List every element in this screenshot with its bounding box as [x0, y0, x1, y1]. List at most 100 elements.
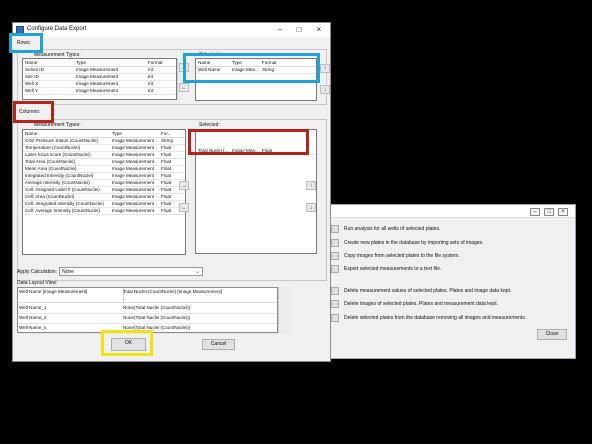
minimize-icon[interactable]: –: [530, 208, 540, 216]
list-cell: Cell: Average Intensity (CountNuclei): [25, 208, 100, 213]
list-cell: Image Measurement: [112, 180, 155, 185]
list-cell: Image Measurement: [112, 173, 155, 178]
list-cell: Float: [161, 201, 172, 206]
columns-available-list[interactable]: Name Type For... CO2 Pressure Status (Count…: [22, 129, 186, 255]
list-cell: Image Measurement: [112, 152, 155, 157]
maximize-icon[interactable]: □: [292, 24, 306, 36]
list-cell: Image Measurement: [112, 201, 155, 206]
operation-label: Copy images from selected plates to the …: [344, 253, 460, 259]
maximize-icon[interactable]: □: [544, 208, 554, 216]
layout-header: Well Name [Image Measurement] Total Nucle…: [18, 288, 281, 303]
list-cell: Image Measurement: [112, 145, 155, 150]
list-cell: Total Area (CountNuclei): [25, 159, 75, 164]
list-cell: Cell: Assigned Label # (CountNuclei): [25, 187, 100, 192]
operation-checkbox[interactable]: [331, 300, 339, 308]
layout-column-header: Total Nuclei (CountNuclei) [Image Measur…: [122, 288, 281, 302]
apply-calculation-label: Apply Calculation:: [17, 269, 58, 275]
list-cell: Int: [148, 88, 154, 93]
ok-button[interactable]: OK: [111, 338, 146, 351]
list-cell: Image Measurement: [76, 67, 119, 72]
operation-label: Delete measurement values of selected pl…: [344, 288, 512, 294]
operation-checkbox[interactable]: [331, 239, 339, 247]
layout-cell: None(Total Nuclei (CountNuclei)): [123, 305, 191, 310]
operation-item[interactable]: Export selected measurements to a text f…: [331, 264, 441, 274]
rows-move-up-icon[interactable]: ↑: [320, 64, 330, 73]
list-cell: Laser focus score (CountNuclei): [25, 152, 91, 157]
list-cell: CO2 Pressure Status (CountNuclei): [25, 138, 98, 143]
column-header[interactable]: For...: [160, 130, 171, 137]
operation-checkbox[interactable]: [331, 287, 339, 295]
column-header[interactable]: Name: [24, 59, 37, 66]
list-cell: Image Measurement: [112, 194, 155, 199]
operation-item[interactable]: Copy images from selected plates to the …: [331, 251, 460, 261]
close-button[interactable]: Close: [537, 329, 567, 340]
dialog-title: Configure Data Export: [27, 26, 87, 32]
list-cell: Float: [161, 187, 172, 192]
columns-callout: Columns:: [13, 101, 54, 123]
operation-item[interactable]: Delete measurement values of selected pl…: [331, 286, 511, 296]
apply-calculation-select[interactable]: None ⌄: [59, 267, 203, 276]
list-cell: Float: [161, 166, 172, 171]
column-header[interactable]: Type: [75, 59, 86, 66]
list-cell: Integrated Intensity (CountNuclei): [25, 173, 94, 178]
list-cell: Float: [161, 152, 172, 157]
columns-add-arrow-icon[interactable]: →: [179, 181, 189, 190]
list-cell: Image Measurement: [76, 81, 119, 86]
operation-label: Export selected measurements to a text f…: [344, 266, 442, 272]
list-cell: Well X: [25, 81, 39, 86]
operation-checkbox[interactable]: [331, 252, 339, 260]
layout-cell: Well Name_2: [19, 315, 47, 320]
chevron-down-icon: ⌄: [194, 269, 200, 275]
operation-label: Delete images of selected plates. Plates…: [344, 301, 498, 307]
operation-checkbox[interactable]: [331, 314, 339, 322]
operation-checkbox[interactable]: [331, 225, 339, 233]
background-window: – □ × Run analysis for all wells of sele…: [320, 204, 576, 359]
list-cell: Float: [161, 173, 172, 178]
list-cell: Image Measurement: [112, 138, 155, 143]
columns-label: Columns:: [19, 109, 41, 115]
column-header[interactable]: Name: [24, 130, 37, 137]
minimize-icon[interactable]: –: [273, 24, 287, 36]
column-header[interactable]: Type: [111, 130, 122, 137]
columns-move-down-icon[interactable]: ↓: [306, 203, 316, 212]
list-cell: Average Intensity (CountNuclei): [25, 180, 90, 185]
layout-column-header: Well Name [Image Measurement]: [18, 288, 124, 302]
list-cell: Image Measurement: [112, 187, 155, 192]
operation-item[interactable]: Delete images of selected plates. Plates…: [331, 299, 498, 309]
list-item[interactable]: Well Y Image Measurement Int: [23, 87, 176, 95]
list-cell: Int: [148, 74, 154, 79]
rows-available-list[interactable]: Name Type Format Series ID Image Measurement…: [22, 58, 177, 100]
close-icon[interactable]: ×: [558, 208, 568, 216]
list-cell: Image Measurement: [112, 208, 155, 213]
operation-checkbox[interactable]: [331, 265, 339, 273]
list-cell: Site ID: [25, 74, 39, 79]
rows-label: Rows:: [17, 40, 31, 46]
rows-move-down-icon[interactable]: ↓: [320, 85, 330, 94]
columns-move-up-icon[interactable]: ↑: [306, 181, 316, 190]
data-layout-scrollbar[interactable]: [278, 287, 292, 333]
list-cell: Float: [161, 180, 172, 185]
list-cell: Well Y: [25, 88, 39, 93]
list-cell: Image Measurement: [76, 88, 119, 93]
list-cell: Float: [161, 145, 172, 150]
list-cell: String: [161, 138, 174, 143]
operation-label: Run analysis for all wells of selected p…: [344, 226, 441, 232]
list-cell: Temperature (CountNuclei): [25, 145, 81, 150]
operation-item[interactable]: Create new plates in the database by imp…: [331, 238, 484, 248]
operation-label: Delete selected plates from the database…: [344, 315, 527, 321]
list-cell: Series ID: [25, 67, 44, 72]
columns-remove-arrow-icon[interactable]: ←: [179, 203, 189, 212]
layout-cell: Well Name_1: [19, 305, 47, 310]
dialog-titlebar: Configure Data Export – □ ×: [13, 23, 330, 37]
rows-remove-arrow-icon[interactable]: ←: [179, 83, 189, 92]
list-item[interactable]: Cell: Average Intensity (CountNuclei) Ima…: [23, 207, 185, 215]
list-cell: Int: [148, 67, 154, 72]
data-layout-table: Well Name [Image Measurement] Total Nucle…: [17, 287, 281, 334]
data-layout-label: Data Layout View:: [17, 280, 58, 286]
operation-item[interactable]: Run analysis for all wells of selected p…: [331, 224, 440, 234]
list-cell: Float: [161, 159, 172, 164]
operation-item[interactable]: Delete selected plates from the database…: [331, 313, 526, 323]
column-header[interactable]: Format: [147, 59, 163, 66]
cancel-button[interactable]: Cancel: [202, 339, 235, 350]
close-icon[interactable]: ×: [312, 24, 326, 36]
